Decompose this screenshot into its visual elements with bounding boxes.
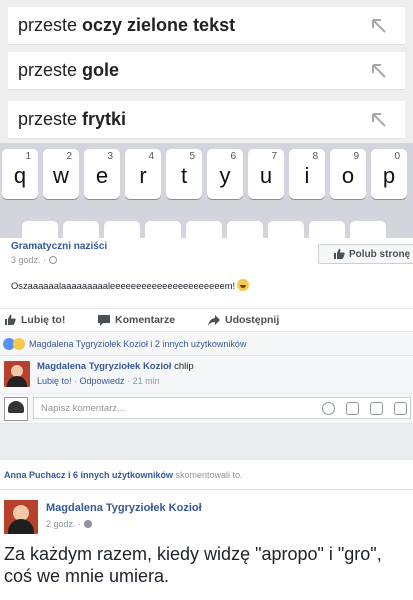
key-q[interactable]: 1q	[2, 149, 38, 199]
comment-button[interactable]: Komentarze	[98, 314, 175, 326]
key-p[interactable]: 0p	[371, 149, 407, 199]
emoji-icon[interactable]	[322, 402, 335, 415]
key-number: 0	[394, 151, 400, 162]
suggestion-2[interactable]: przeste gole	[8, 52, 405, 90]
avatar	[4, 397, 28, 421]
page-name[interactable]: Gramatyczni naziści	[11, 241, 107, 252]
key-y[interactable]: 6y	[207, 149, 243, 199]
write-comment-row: Napisz komentarz...	[0, 394, 413, 424]
comment: Magdalena Tygryziołek Kozioł chlip Lubię…	[0, 356, 413, 394]
arrow-up-left-icon[interactable]	[369, 61, 389, 81]
suggestion-1-text: przeste oczy zielone tekst	[18, 15, 236, 35]
key-letter: u	[259, 163, 273, 188]
avatar[interactable]	[4, 500, 38, 534]
comment-label: Komentarze	[115, 314, 176, 326]
key-row2[interactable]	[145, 221, 181, 238]
comment-body: Magdalena Tygryziołek Kozioł chlip	[37, 361, 194, 372]
activity-text: skomentowali to.	[173, 470, 243, 480]
sticker-icon[interactable]	[394, 402, 407, 415]
key-w[interactable]: 2w	[43, 149, 79, 199]
key-letter: i	[304, 163, 310, 188]
key-e[interactable]: 3e	[84, 149, 120, 199]
share-button[interactable]: Udostępnij	[208, 314, 279, 326]
key-row2[interactable]	[186, 221, 222, 238]
like-button[interactable]: Lubię to!	[4, 314, 65, 326]
divider	[0, 489, 413, 490]
keyboard: 1q 2w 3e 4r 5t 6y 7u 8i 9o 0p	[0, 143, 413, 238]
comment-meta: Lubię to! · Odpowiedz · 21 min	[37, 376, 160, 386]
key-number: 7	[271, 151, 277, 162]
reactions-bar[interactable]: Magdalena Tygryziołek Kozioł i 2 innych …	[0, 332, 413, 356]
key-letter: o	[341, 163, 355, 188]
activity-line: Anna Puchacz i 6 innych użytkowników sko…	[4, 470, 243, 480]
laughing-emoji-icon	[237, 279, 250, 291]
key-row2[interactable]	[63, 221, 99, 238]
key-row2[interactable]	[268, 221, 304, 238]
key-number: 3	[107, 151, 113, 162]
key-r[interactable]: 4r	[125, 149, 161, 199]
sad-reaction-icon	[13, 337, 25, 350]
key-row2[interactable]	[104, 221, 140, 238]
avatar[interactable]	[4, 361, 30, 387]
post-meta: 2 godz. ·	[46, 519, 92, 529]
globe-icon	[48, 256, 57, 264]
comment-text: chlip	[171, 361, 194, 372]
key-letter: t	[180, 163, 188, 188]
key-letter: e	[95, 163, 109, 188]
key-number: 9	[353, 151, 359, 162]
thumbs-up-icon	[334, 248, 345, 259]
gif-icon[interactable]	[370, 402, 383, 415]
key-letter: q	[13, 163, 27, 188]
suggestion-1[interactable]: przeste oczy zielone tekst	[8, 7, 405, 45]
divider	[0, 424, 413, 460]
comment-time[interactable]: 21 min	[133, 376, 160, 386]
comment-icon	[98, 314, 110, 326]
suggestion-3-text: przeste frytki	[18, 109, 127, 129]
arrow-up-left-icon[interactable]	[369, 16, 389, 36]
key-letter: r	[139, 163, 147, 188]
key-number: 4	[148, 151, 154, 162]
comment-author[interactable]: Magdalena Tygryziołek Kozioł	[37, 361, 171, 372]
post-time[interactable]: 3 godz. ·	[11, 255, 49, 265]
post-meta: 3 godz. ·	[11, 255, 57, 265]
suggestion-2-text: przeste gole	[18, 60, 120, 80]
like-label: Lubię to!	[21, 314, 66, 326]
key-t[interactable]: 5t	[166, 149, 202, 199]
key-row2[interactable]	[227, 221, 263, 238]
share-arrow-icon	[208, 314, 220, 326]
key-row2[interactable]	[309, 221, 345, 238]
activity-users-link[interactable]: Anna Puchacz i 6 innych użytkowników	[4, 470, 173, 480]
reactions-text[interactable]: Magdalena Tygryziołek Kozioł i 2 innych …	[29, 339, 246, 349]
key-number: 5	[189, 151, 195, 162]
post-time[interactable]: 2 godz. ·	[46, 519, 84, 529]
post-author[interactable]: Magdalena Tygryziołek Kozioł	[46, 502, 202, 514]
key-i[interactable]: 8i	[289, 149, 325, 199]
post-text-content: Oszaaaaaalaaaaaaaaaleeeeeeeeeeeeeeeeeeee…	[11, 280, 236, 291]
key-letter: w	[53, 163, 69, 188]
post-text: Oszaaaaaalaaaaaaaaaleeeeeeeeeeeeeeeeeeee…	[11, 279, 250, 291]
key-u[interactable]: 7u	[248, 149, 284, 199]
key-letter: y	[219, 163, 231, 188]
friends-icon	[83, 520, 92, 528]
key-number: 1	[25, 151, 31, 162]
key-row2[interactable]	[22, 221, 58, 238]
like-page-label: Polub stronę	[349, 248, 411, 260]
autocomplete-suggestions: przeste oczy zielone tekst przeste gole …	[0, 0, 413, 143]
key-row2[interactable]	[350, 221, 386, 238]
post-actions: Lubię to! Komentarze Udostępnij	[0, 308, 413, 332]
comment-like-link[interactable]: Lubię to!	[37, 376, 72, 386]
suggestion-3[interactable]: przeste frytki	[8, 101, 405, 139]
share-label: Udostępnij	[225, 314, 280, 326]
post-text: Za każdym razem, kiedy widzę "apropo" i …	[4, 544, 382, 586]
like-page-button[interactable]: Polub stronę	[318, 244, 413, 264]
key-letter: p	[382, 163, 396, 188]
key-number: 8	[312, 151, 318, 162]
key-number: 2	[66, 151, 72, 162]
camera-icon[interactable]	[346, 402, 359, 415]
comment-reply-link[interactable]: Odpowiedz	[80, 376, 125, 386]
thumbs-up-icon	[5, 314, 16, 325]
arrow-up-left-icon[interactable]	[369, 110, 389, 130]
key-o[interactable]: 9o	[330, 149, 366, 199]
key-number: 6	[230, 151, 236, 162]
